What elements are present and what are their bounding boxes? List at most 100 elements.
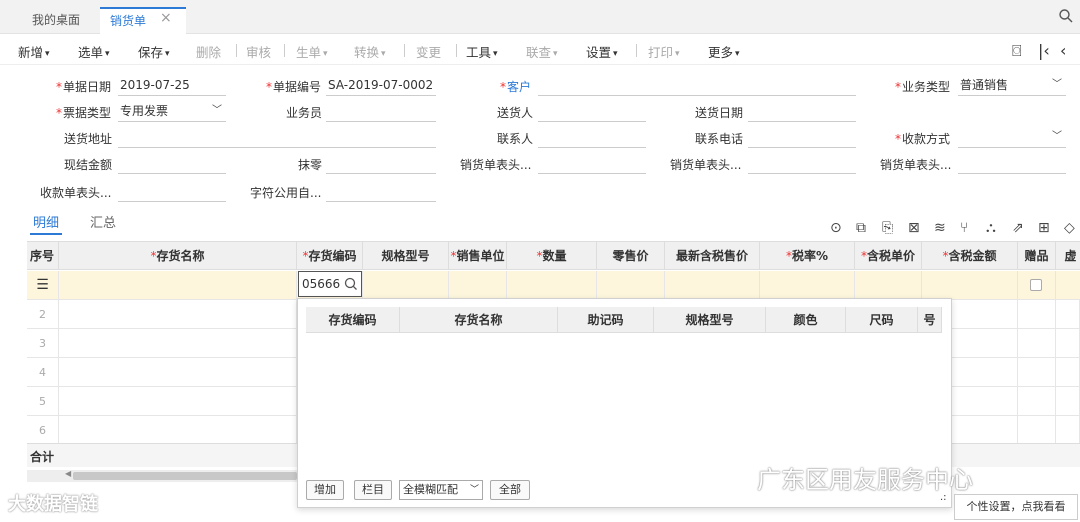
sales-header-field-3[interactable] — [958, 154, 1066, 174]
cell-quantity[interactable] — [507, 271, 597, 300]
grid-cell[interactable] — [59, 329, 297, 358]
popup-column-header[interactable]: 助记码 — [558, 307, 654, 333]
popup-column-header[interactable]: 规格型号 — [654, 307, 766, 333]
scroll-left-icon[interactable]: ◀ — [65, 469, 71, 478]
receipt-header-field[interactable] — [118, 182, 226, 202]
invoice-type-select[interactable]: 专用发票 ﹀ — [118, 102, 226, 122]
personal-settings-button[interactable]: 个性设置，点我看看 — [954, 494, 1078, 520]
grid-cell[interactable] — [59, 300, 297, 329]
grid-cell[interactable] — [59, 416, 297, 445]
grid-cell[interactable] — [1056, 329, 1080, 358]
toolbar-item-0[interactable]: 新增 ▾ — [18, 42, 50, 61]
contact-field[interactable] — [538, 128, 646, 148]
table-row[interactable]: ☰ — [27, 271, 1080, 300]
grid-cell[interactable] — [1056, 387, 1080, 416]
columns-button[interactable]: 栏目 — [354, 480, 392, 500]
row-settings-icon[interactable]: ☰ — [27, 271, 59, 300]
add-button[interactable]: 增加 — [306, 480, 344, 500]
tab-home[interactable]: 我的桌面 — [32, 8, 80, 34]
popup-column-header[interactable]: 颜色 — [766, 307, 846, 333]
grid-column-header[interactable]: 最新含税售价 — [665, 242, 760, 270]
grid-cell[interactable] — [1056, 416, 1080, 445]
cell-latest-price[interactable] — [665, 271, 760, 300]
grid-column-header[interactable]: 赠品 — [1018, 242, 1056, 270]
cell-unit[interactable] — [449, 271, 507, 300]
toolbar-item-2[interactable]: 保存 ▾ — [138, 42, 170, 61]
split-icon[interactable]: ⑂ — [960, 220, 968, 236]
customer-label[interactable]: *客户 — [500, 78, 531, 95]
locate-icon[interactable]: ⊙ — [830, 220, 842, 236]
toolbar-item-8[interactable]: 工具 ▾ — [466, 42, 498, 61]
cell-unit-price[interactable] — [855, 271, 922, 300]
eraser-icon[interactable]: ◇ — [1064, 220, 1075, 236]
grid-cell[interactable] — [59, 358, 297, 387]
cell-tax-rate[interactable] — [760, 271, 855, 300]
insert-row-icon[interactable]: ⧉ — [856, 220, 866, 236]
cell-spec[interactable] — [363, 271, 449, 300]
toolbar-item-7[interactable]: 变更 — [416, 42, 441, 61]
grid-column-header[interactable]: *销售单位 — [449, 242, 507, 270]
sales-header-field-2[interactable] — [748, 154, 856, 174]
grid-column-header[interactable]: *税率% — [760, 242, 855, 270]
grid-column-header[interactable]: *含税单价 — [855, 242, 922, 270]
grid-cell[interactable] — [1056, 300, 1080, 329]
biz-type-select[interactable]: 普通销售 ﹀ — [958, 76, 1066, 96]
grid-column-header[interactable]: 序号 — [27, 242, 59, 270]
toolbar-item-10[interactable]: 设置 ▾ — [586, 42, 618, 61]
phone-field[interactable] — [748, 128, 856, 148]
batch-icon[interactable]: ≋ — [934, 220, 946, 236]
popup-column-header[interactable]: 号 — [918, 307, 942, 333]
toolbar-item-6[interactable]: 转换 ▾ — [354, 42, 386, 61]
customer-field[interactable] — [538, 76, 856, 96]
doc-date-field[interactable]: 2019-07-25 — [118, 76, 226, 96]
popup-column-header[interactable]: 存货名称 — [400, 307, 558, 333]
grid-cell[interactable] — [1056, 358, 1080, 387]
grid-cell[interactable] — [1018, 387, 1056, 416]
grid-column-header[interactable]: 零售价 — [597, 242, 665, 270]
grid-cell[interactable] — [1018, 329, 1056, 358]
sales-header-field-1[interactable] — [538, 154, 646, 174]
delete-row-icon[interactable]: ⊠ — [908, 220, 920, 236]
popup-column-header[interactable]: 存货编码 — [306, 307, 400, 333]
prev-page-icon[interactable]: ‹ — [1060, 41, 1066, 60]
shared-field[interactable] — [326, 182, 436, 202]
toolbar-item-1[interactable]: 选单 ▾ — [78, 42, 110, 61]
doc-no-field[interactable]: SA-2019-07-0002 — [326, 76, 436, 96]
cell-inventory-name[interactable] — [59, 271, 297, 300]
match-mode-select[interactable]: 全模糊匹配 ﹀ — [399, 480, 483, 500]
toolbar-item-12[interactable]: 更多 ▾ — [708, 42, 740, 61]
grid-column-header[interactable]: *数量 — [507, 242, 597, 270]
all-button[interactable]: 全部 — [490, 480, 530, 500]
cell-retail-price[interactable] — [597, 271, 665, 300]
grid-column-header[interactable]: *含税金额 — [922, 242, 1018, 270]
grid-cell[interactable] — [1018, 358, 1056, 387]
bom-icon[interactable]: ⛬ — [986, 220, 996, 236]
grid-cell[interactable] — [59, 387, 297, 416]
address-field[interactable] — [118, 128, 436, 148]
toolbar-item-3[interactable]: 删除 — [196, 42, 221, 61]
toolbar-item-9[interactable]: 联查 ▾ — [526, 42, 558, 61]
search-icon[interactable] — [343, 276, 359, 292]
cell-amount[interactable] — [922, 271, 1018, 300]
export-icon[interactable]: ⇗ — [1012, 220, 1024, 236]
delivery-date-field[interactable] — [748, 102, 856, 122]
grid-cell[interactable] — [1018, 416, 1056, 445]
toolbar-item-5[interactable]: 生单 ▾ — [296, 42, 328, 61]
grid-column-header[interactable]: *存货编码 — [297, 242, 363, 270]
tab-summary[interactable]: 汇总 — [90, 212, 116, 231]
deliverer-field[interactable] — [538, 102, 646, 122]
inventory-code-input[interactable]: 05666 — [298, 271, 362, 297]
column-settings-icon[interactable]: ⊞ — [1038, 220, 1050, 236]
grid-column-header[interactable]: *存货名称 — [59, 242, 297, 270]
search-icon[interactable] — [1058, 8, 1074, 24]
toolbar-item-11[interactable]: 打印 ▾ — [648, 42, 680, 61]
rounding-field[interactable] — [326, 154, 436, 174]
grid-column-header[interactable]: 虚 — [1056, 242, 1080, 270]
cell-gift[interactable] — [1018, 271, 1056, 300]
gift-checkbox[interactable] — [1030, 279, 1042, 291]
first-page-icon[interactable]: |‹ — [1038, 41, 1050, 60]
scan-icon[interactable]: ⌼ — [1012, 41, 1022, 61]
popup-column-header[interactable]: 尺码 — [846, 307, 918, 333]
cash-amount-field[interactable] — [118, 154, 226, 174]
horizontal-scrollbar[interactable]: ◀ — [27, 469, 297, 482]
